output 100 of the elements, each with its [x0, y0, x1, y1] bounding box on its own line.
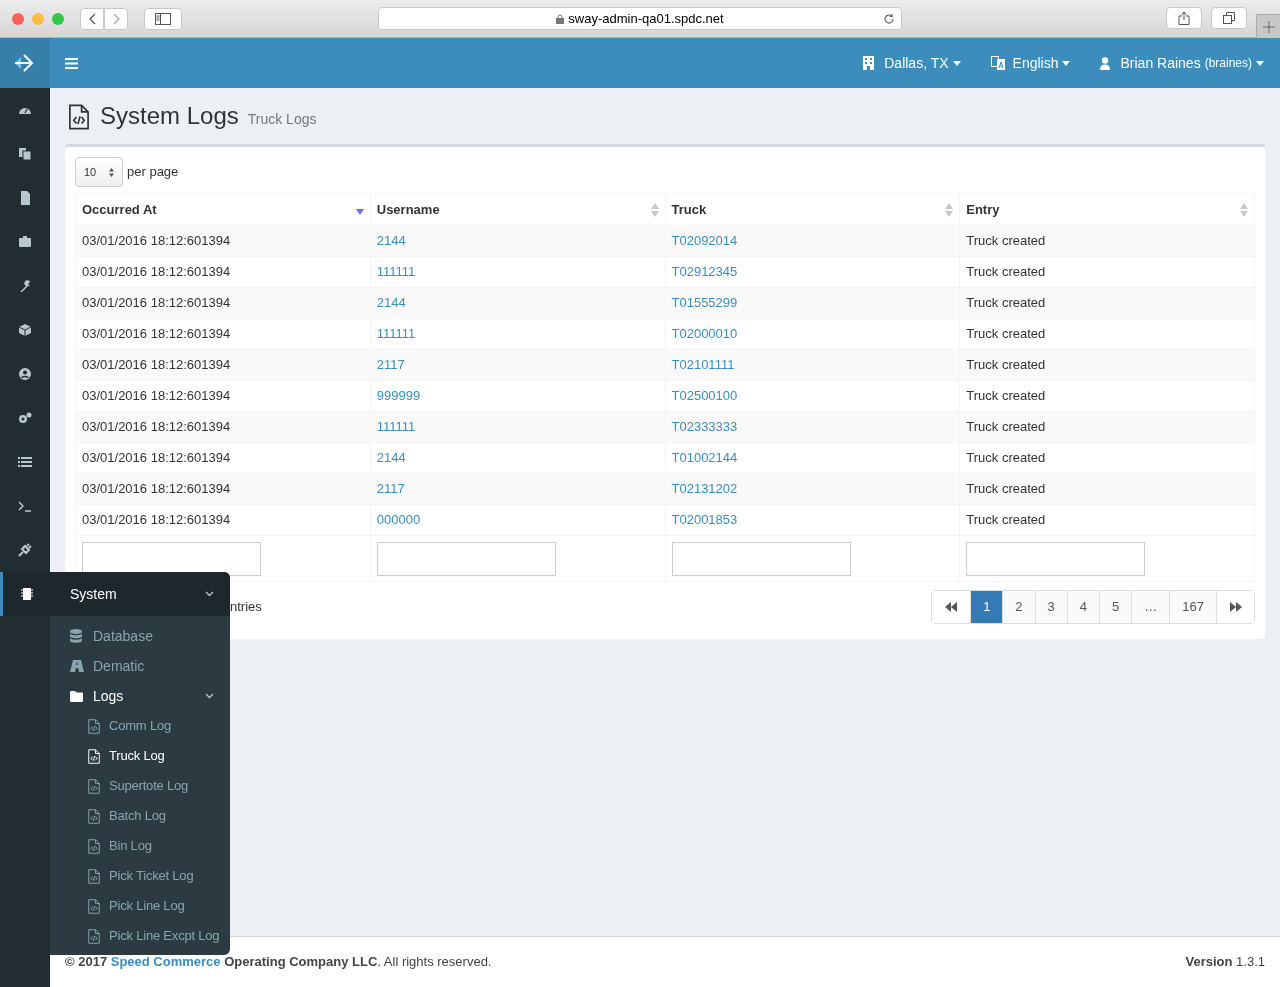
database-icon	[70, 629, 82, 643]
sidebar-icon	[155, 12, 171, 25]
filter-field[interactable]	[966, 541, 1146, 576]
table-cell: 03/01/2016 18:12:601394	[82, 481, 231, 497]
sidebar-toggle-button[interactable]	[144, 7, 182, 30]
table-link[interactable]: T02000010	[671, 326, 738, 342]
code-file-icon	[88, 808, 100, 824]
translate-icon	[990, 56, 1005, 70]
filter-field[interactable]	[376, 541, 556, 576]
table-link[interactable]: T02001853	[671, 512, 738, 528]
lock-icon	[556, 13, 565, 24]
page-button[interactable]: 3	[1034, 591, 1067, 623]
menu-icon[interactable]	[65, 57, 78, 69]
filter-field[interactable]	[671, 541, 851, 576]
tabs-button[interactable]	[1211, 7, 1247, 29]
page-button[interactable]: 4	[1066, 591, 1100, 623]
flyout-subitem[interactable]: Pick Ticket Log	[50, 861, 230, 891]
last-page-button[interactable]	[1216, 591, 1254, 623]
sidebar-item[interactable]	[0, 572, 50, 616]
double-left-icon	[945, 602, 958, 612]
flyout-subitem[interactable]: Supertote Log	[50, 771, 230, 801]
table-link[interactable]: T02101111	[671, 357, 735, 373]
table-cell: 03/01/2016 18:12:601394	[82, 450, 231, 466]
table-cell: Truck created	[966, 264, 1046, 280]
reload-icon[interactable]	[883, 12, 895, 25]
code-file-icon	[88, 898, 100, 914]
page-title: System Logs	[100, 102, 239, 130]
table-link[interactable]: 111111	[376, 326, 416, 342]
documents-icon	[18, 147, 32, 161]
page-button[interactable]: 2	[1002, 591, 1035, 623]
table-link[interactable]: 2117	[376, 481, 405, 497]
table-cell: Truck created	[966, 419, 1046, 435]
flyout-header[interactable]: System	[50, 572, 230, 616]
table-cell: 03/01/2016 18:12:601394	[82, 295, 231, 311]
plus-icon	[1262, 20, 1275, 33]
code-file-icon	[88, 748, 100, 764]
column-header[interactable]: Username	[370, 193, 665, 226]
user-dropdown[interactable]: Brian Raines (braines)	[1100, 52, 1264, 74]
filter-field[interactable]	[82, 541, 261, 576]
flyout-subitem[interactable]: Comm Log	[50, 711, 230, 741]
caret-icon	[1062, 60, 1071, 66]
copyright-text: © 2017 Speed Commerce Operating Company LLC. All rights reserved.	[65, 953, 492, 972]
caret-icon	[1256, 60, 1264, 66]
cube-icon	[18, 323, 32, 337]
table-link[interactable]: T02912345	[671, 264, 738, 280]
column-header[interactable]: Entry	[959, 193, 1255, 226]
table-link[interactable]: T02131202	[671, 481, 738, 497]
page-button[interactable]: 5	[1099, 591, 1132, 623]
page-subtitle: Truck Logs	[247, 110, 317, 129]
code-file-icon	[88, 868, 100, 884]
table-cell: Truck created	[966, 481, 1046, 497]
briefcase-icon	[18, 235, 32, 249]
table-link[interactable]: 2117	[376, 357, 405, 373]
chevron-down-icon	[205, 591, 214, 597]
table-link[interactable]: 000000	[376, 512, 421, 528]
flyout-subitem[interactable]: Batch Log	[50, 801, 230, 831]
page-button[interactable]: 167	[1169, 591, 1216, 623]
list-icon	[18, 455, 32, 469]
column-header[interactable]: Occurred At	[75, 193, 371, 226]
table-link[interactable]: T01555299	[671, 295, 738, 311]
table-cell: 03/01/2016 18:12:601394	[82, 326, 231, 342]
table-link[interactable]: 111111	[376, 419, 416, 435]
company-link[interactable]: Speed Commerce	[110, 954, 221, 970]
location-dropdown[interactable]: Dallas, TX	[863, 52, 961, 74]
flyout-subitem[interactable]: Pick Line Excpt Log	[50, 921, 230, 951]
entries-info: ntries	[230, 598, 262, 617]
table-link[interactable]: T02092014	[671, 233, 738, 249]
table-cell: 03/01/2016 18:12:601394	[82, 264, 231, 280]
road-icon	[70, 660, 84, 672]
building-icon	[863, 56, 875, 70]
terminal-icon	[18, 499, 32, 513]
flyout-subitem[interactable]: Pick Line Log	[50, 891, 230, 921]
page-button[interactable]: …	[1131, 591, 1170, 623]
folder-icon	[70, 690, 83, 702]
chip-icon	[19, 587, 34, 601]
table-link[interactable]: 2144	[376, 233, 406, 249]
language-dropdown[interactable]: English	[990, 52, 1071, 74]
flyout-subitem[interactable]: Truck Log	[50, 741, 230, 771]
table-link[interactable]: 111111	[376, 264, 416, 280]
table-link[interactable]: 2144	[376, 295, 406, 311]
file-icon	[18, 191, 32, 205]
table-link[interactable]: 2144	[376, 450, 406, 466]
table-link[interactable]: T02500100	[671, 388, 738, 404]
table-link[interactable]: 999999	[376, 388, 421, 404]
flyout-item[interactable]: Dematic	[50, 651, 230, 681]
flyout-item[interactable]: Database	[50, 621, 230, 651]
code-file-icon	[88, 928, 100, 944]
gears-icon	[18, 411, 32, 425]
table-cell: 03/01/2016 18:12:601394	[82, 388, 231, 404]
flyout-subitem[interactable]: Bin Log	[50, 831, 230, 861]
table-link[interactable]: T01002144	[671, 450, 738, 466]
table-cell: Truck created	[966, 233, 1046, 249]
table-cell: Truck created	[966, 450, 1046, 466]
column-header[interactable]: Truck	[665, 193, 960, 226]
table-cell: 03/01/2016 18:12:601394	[82, 233, 231, 249]
address-bar[interactable]: sway-admin-qa01.spdc.net	[378, 7, 902, 30]
page-size-select[interactable]: 10	[75, 157, 123, 187]
flyout-item[interactable]: Logs	[50, 681, 230, 711]
table-link[interactable]: T02333333	[671, 419, 738, 435]
page-button[interactable]: 1	[970, 591, 1003, 623]
